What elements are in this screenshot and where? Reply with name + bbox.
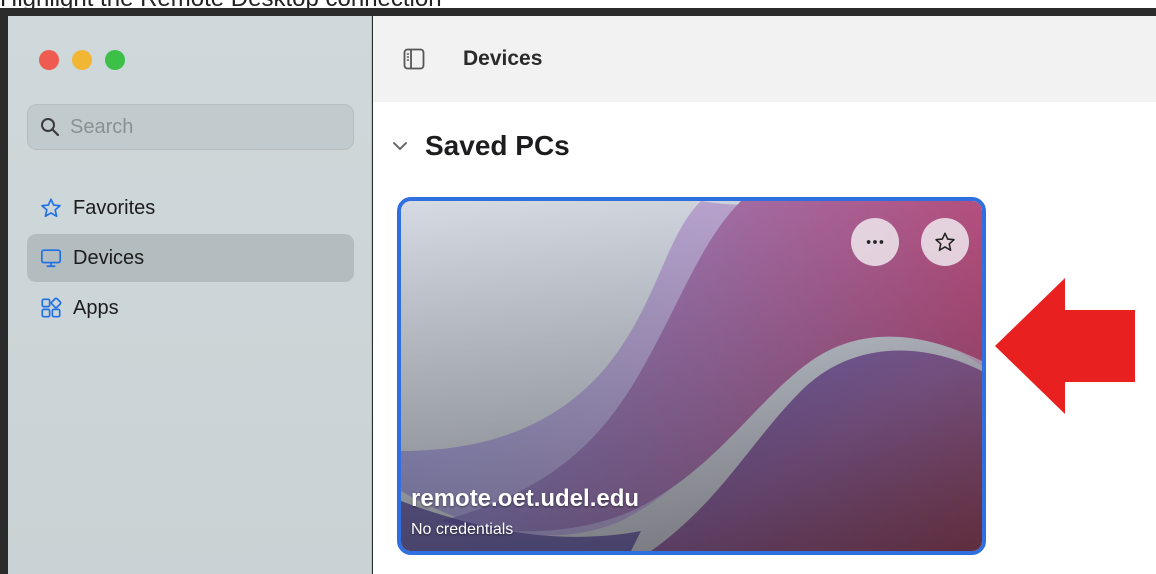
sidebar: Search Favorites Devices Apps [8, 16, 372, 574]
pc-hostname: remote.oet.udel.edu [411, 485, 640, 512]
app-window: Search Favorites Devices Apps Devices Sa… [0, 8, 1156, 574]
more-options-button[interactable] [851, 218, 899, 266]
sidebar-item-label: Apps [73, 296, 119, 319]
monitor-icon [40, 247, 62, 269]
sidebar-item-devices[interactable]: Devices [27, 234, 354, 282]
chevron-down-icon [393, 142, 407, 150]
minimize-window-button[interactable] [72, 50, 92, 70]
red-arrow-left-icon [995, 278, 1135, 414]
search-placeholder: Search [70, 115, 134, 138]
toolbar: Devices [373, 16, 1156, 102]
apps-grid-icon [40, 297, 62, 319]
star-icon [40, 197, 62, 219]
ellipsis-icon [866, 240, 884, 244]
pc-card[interactable]: remote.oet.udel.edu No credentials [397, 197, 986, 555]
close-window-button[interactable] [39, 50, 59, 70]
sidebar-item-label: Favorites [73, 196, 156, 219]
window-controls [39, 50, 125, 70]
sidebar-item-favorites[interactable]: Favorites [27, 184, 354, 232]
page-title: Devices [463, 47, 543, 70]
saved-pcs-section-header[interactable]: Saved PCs [391, 130, 570, 162]
zoom-window-button[interactable] [105, 50, 125, 70]
sidebar-nav: Favorites Devices Apps [27, 184, 354, 334]
section-title: Saved PCs [425, 130, 570, 161]
search-icon [41, 118, 60, 137]
screenshot: Highlight the Remote Desktop connection … [0, 0, 1156, 574]
favorite-button[interactable] [921, 218, 969, 266]
pc-credential-status: No credentials [411, 521, 514, 538]
sidebar-item-apps[interactable]: Apps [27, 284, 354, 332]
star-icon [935, 232, 955, 252]
search-input[interactable]: Search [27, 104, 354, 150]
sidebar-item-label: Devices [73, 246, 145, 269]
sidebar-toggle-icon[interactable] [403, 48, 439, 72]
